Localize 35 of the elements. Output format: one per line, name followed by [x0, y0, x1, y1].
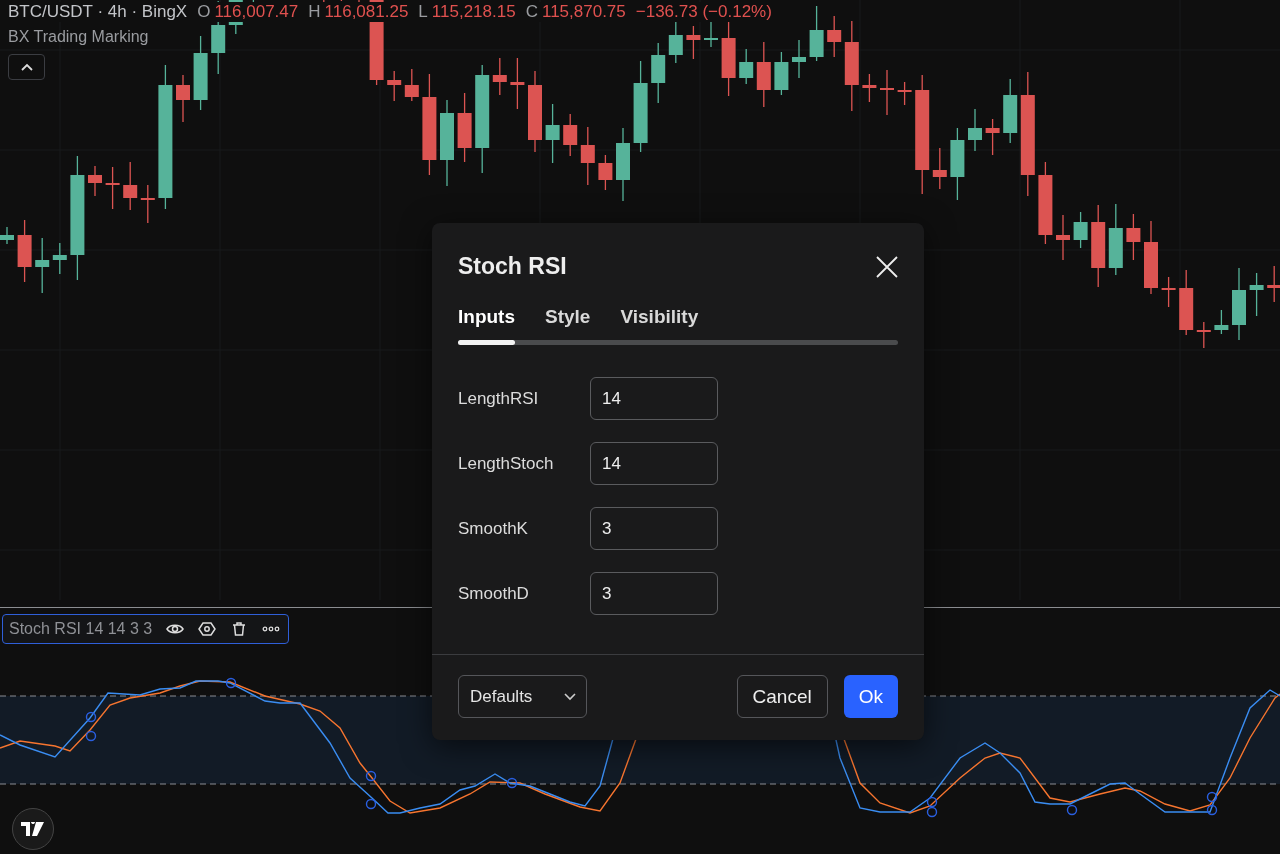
symbol-label: BTC/USDT · 4h · BingX: [8, 2, 188, 22]
ohlc-value: 115,218.15: [431, 2, 516, 22]
ohlc-value: 116,007.47: [214, 2, 299, 22]
ohlc-label: L: [418, 2, 428, 22]
chevron-icon: [20, 63, 33, 71]
input-field[interactable]: 14: [590, 442, 718, 485]
cancel-button[interactable]: Cancel: [736, 675, 828, 718]
input-field[interactable]: 14: [590, 377, 718, 420]
dialog-tab[interactable]: Style: [545, 306, 591, 328]
input-label: SmoothK: [458, 518, 529, 539]
dialog-title: Stoch RSI: [458, 253, 567, 280]
settings-icon[interactable]: [198, 621, 217, 637]
ohlc-label: H: [308, 2, 321, 22]
dialog-tab[interactable]: Visibility: [620, 306, 699, 328]
ohlc-label: C: [525, 2, 538, 22]
indicator-legend[interactable]: Stoch RSI 14 14 3 3: [2, 614, 290, 644]
input-label: LengthRSI: [458, 388, 540, 409]
close-button[interactable]: [876, 255, 898, 278]
input-label: SmoothD: [458, 583, 530, 604]
dialog-tab[interactable]: Inputs: [458, 306, 515, 328]
ohlc-value: 116,081.25: [324, 2, 409, 22]
input-field[interactable]: 3: [590, 572, 718, 615]
input-field[interactable]: 3: [590, 507, 718, 550]
chevron-icon: [564, 692, 576, 701]
ok-button[interactable]: Ok: [843, 675, 898, 718]
indicator-label: Stoch RSI 14 14 3 3: [9, 620, 153, 638]
tab-indicator: [458, 340, 515, 345]
study-label: BX Trading Marking: [8, 28, 149, 46]
input-label: LengthStoch: [458, 453, 555, 474]
ohlc-value: 115,870.75: [541, 2, 626, 22]
price-change: −136.73 (−0.12%): [635, 2, 772, 22]
defaults-dropdown[interactable]: Defaults: [458, 675, 587, 718]
collapse-button[interactable]: [8, 54, 45, 80]
logo-icon: [12, 808, 54, 850]
ohlc-label: O: [197, 2, 211, 22]
